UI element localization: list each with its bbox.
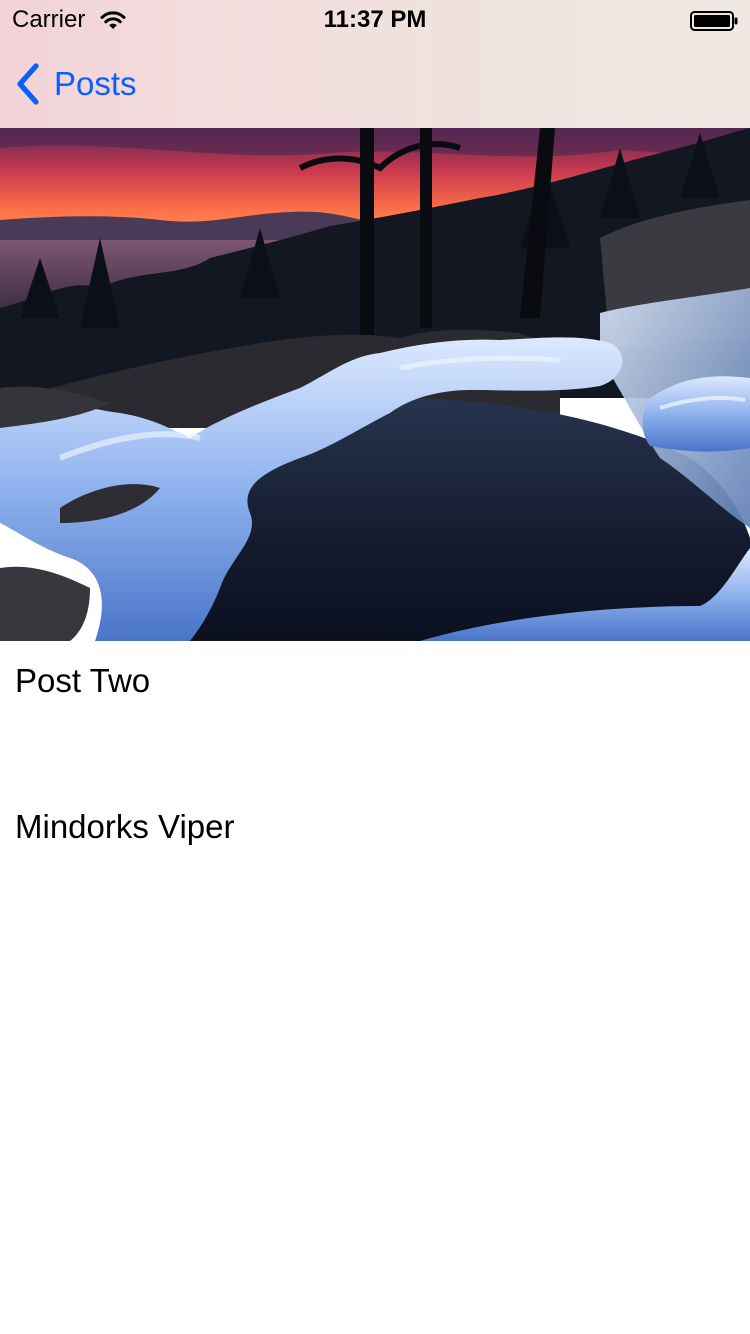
post-title: Post Two — [15, 662, 151, 699]
status-time: 11:37 PM — [323, 6, 427, 33]
navigation-bar: Posts — [0, 40, 750, 128]
chevron-left-icon — [17, 63, 39, 105]
back-button-label: Posts — [54, 65, 137, 102]
back-button[interactable]: Posts — [14, 58, 137, 110]
battery-icon — [690, 11, 738, 31]
post-image — [0, 128, 750, 641]
status-bar: Carrier 11:37 PM — [0, 0, 750, 40]
top-bar: Carrier 11:37 PM Posts — [0, 0, 750, 129]
post-author: Mindorks Viper — [15, 808, 235, 845]
